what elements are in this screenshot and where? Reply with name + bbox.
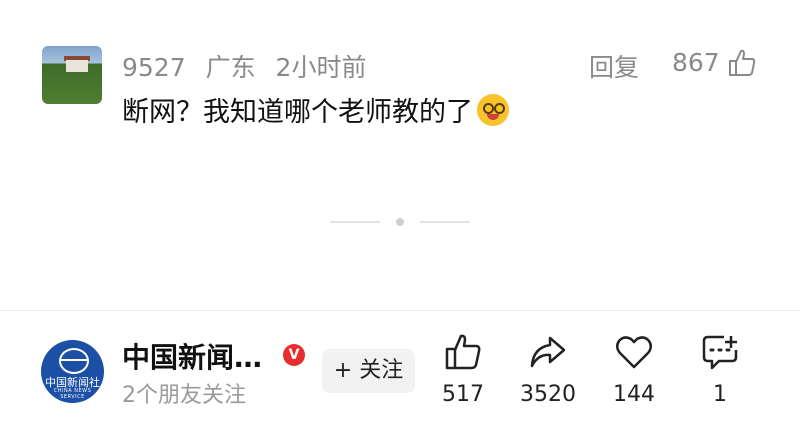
pager-line-right [420, 221, 470, 223]
verified-badge-icon: V [283, 344, 305, 366]
globe-icon [59, 348, 89, 374]
friends-following-text: 2个朋友关注 [122, 383, 246, 408]
favorite-action[interactable]: 144 [594, 332, 674, 407]
share-arrow-icon [530, 336, 566, 368]
share-action[interactable]: 3520 [508, 332, 588, 407]
pager-line-left [330, 221, 380, 223]
comment-action[interactable]: 1 [680, 332, 760, 407]
comment-like-count: 867 [672, 48, 720, 77]
favorite-count: 144 [613, 382, 655, 407]
account-name[interactable]: 中国新闻… [122, 336, 262, 376]
comment-count: 1 [713, 382, 727, 407]
pagination-indicator [330, 215, 470, 229]
reply-button[interactable]: 回复 [589, 48, 639, 84]
smirking-glasses-emoji-icon [477, 93, 509, 126]
follow-button[interactable]: + 关注 [322, 349, 415, 393]
like-count: 517 [442, 382, 484, 407]
comment-body: 断网？我知道哪个老师教的了 [122, 90, 509, 129]
account-logo[interactable]: 中国新闻社 CHINA NEWS SERVICE [41, 340, 104, 403]
heart-icon [616, 336, 652, 369]
comment-location: 广东 [205, 53, 256, 82]
comment-meta: 9527 广东 2小时前 [122, 48, 378, 84]
pager-dot [396, 218, 404, 226]
comment-add-icon [702, 335, 738, 370]
logo-en-text: CHINA NEWS SERVICE [53, 388, 92, 400]
comment-username[interactable]: 9527 [122, 53, 186, 82]
share-count: 3520 [520, 382, 576, 407]
comment-time: 2小时前 [275, 53, 367, 82]
comment-text: 断网？我知道哪个老师教的了 [122, 97, 473, 128]
like-action[interactable]: 517 [423, 332, 503, 407]
thumbs-up-icon [445, 334, 481, 370]
commenter-avatar[interactable] [42, 46, 102, 104]
comment-card: 9527 广东 2小时前 回复 867 断网？我知道哪个老师教的了 [0, 0, 800, 310]
avatar-house [66, 60, 88, 72]
comment-like-icon[interactable] [727, 48, 757, 78]
